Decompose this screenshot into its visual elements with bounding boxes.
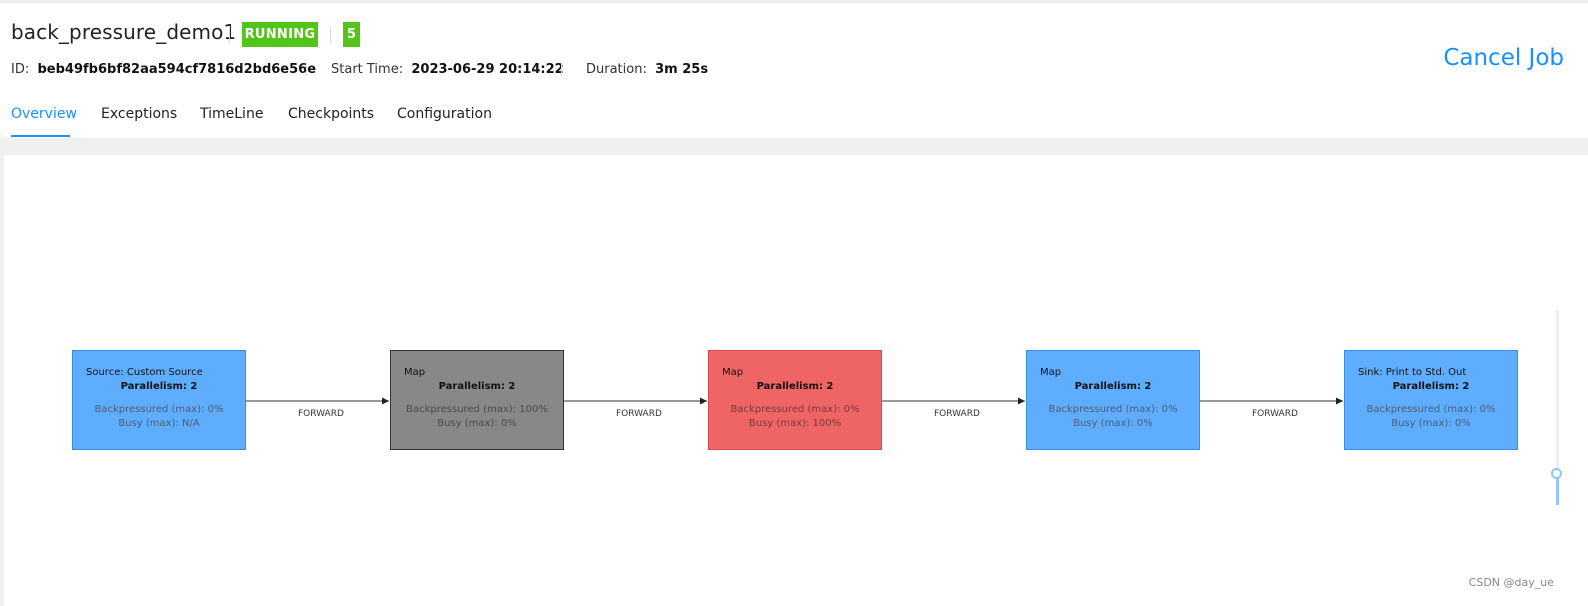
node-parallelism: Parallelism: 2 (120, 381, 198, 392)
node-backpressured: Backpressured (max): 0% (94, 404, 224, 415)
node-busy: Busy (max): 100% (748, 418, 842, 429)
node-title: Map (404, 367, 426, 378)
graph-node-map[interactable]: Map Parallelism: 2 Backpressured (max): … (708, 350, 882, 450)
node-backpressured: Backpressured (max): 0% (730, 404, 860, 415)
zoom-slider-fill (1556, 476, 1559, 505)
node-backpressured: Backpressured (max): 0% (1366, 404, 1496, 415)
graph-edges (246, 397, 1343, 405)
graph-node-map[interactable]: Map Parallelism: 2 Backpressured (max): … (1026, 350, 1200, 450)
node-title: Source: Custom Source (86, 367, 203, 378)
node-busy: Busy (max): 0% (1073, 418, 1153, 429)
graph-node-sink[interactable]: Sink: Print to Std. Out Parallelism: 2 B… (1344, 350, 1518, 450)
node-busy: Busy (max): 0% (437, 418, 517, 429)
node-title: Map (1040, 367, 1062, 378)
node-parallelism: Parallelism: 2 (438, 381, 516, 392)
node-backpressured: Backpressured (max): 0% (1048, 404, 1178, 415)
node-title: Sink: Print to Std. Out (1358, 367, 1467, 378)
graph-node-source[interactable]: Source: Custom Source Parallelism: 2 Bac… (72, 350, 246, 450)
node-busy: Busy (max): 0% (1391, 418, 1471, 429)
node-parallelism: Parallelism: 2 (1392, 381, 1470, 392)
watermark: CSDN @day_ue (1468, 576, 1554, 589)
edge-label: FORWARD (1252, 409, 1298, 419)
edge-label: FORWARD (616, 409, 662, 419)
graph-node-map[interactable]: Map Parallelism: 2 Backpressured (max): … (390, 350, 564, 450)
zoom-slider-handle[interactable] (1551, 468, 1562, 479)
node-parallelism: Parallelism: 2 (1074, 381, 1152, 392)
edge-label: FORWARD (298, 409, 344, 419)
node-parallelism: Parallelism: 2 (756, 381, 834, 392)
node-busy: Busy (max): N/A (118, 418, 200, 429)
node-backpressured: Backpressured (max): 100% (406, 404, 548, 415)
edge-label: FORWARD (934, 409, 980, 419)
node-title: Map (722, 367, 744, 378)
job-graph-canvas[interactable]: FORWARD FORWARD FORWARD FORWARD Source: … (0, 0, 1588, 606)
